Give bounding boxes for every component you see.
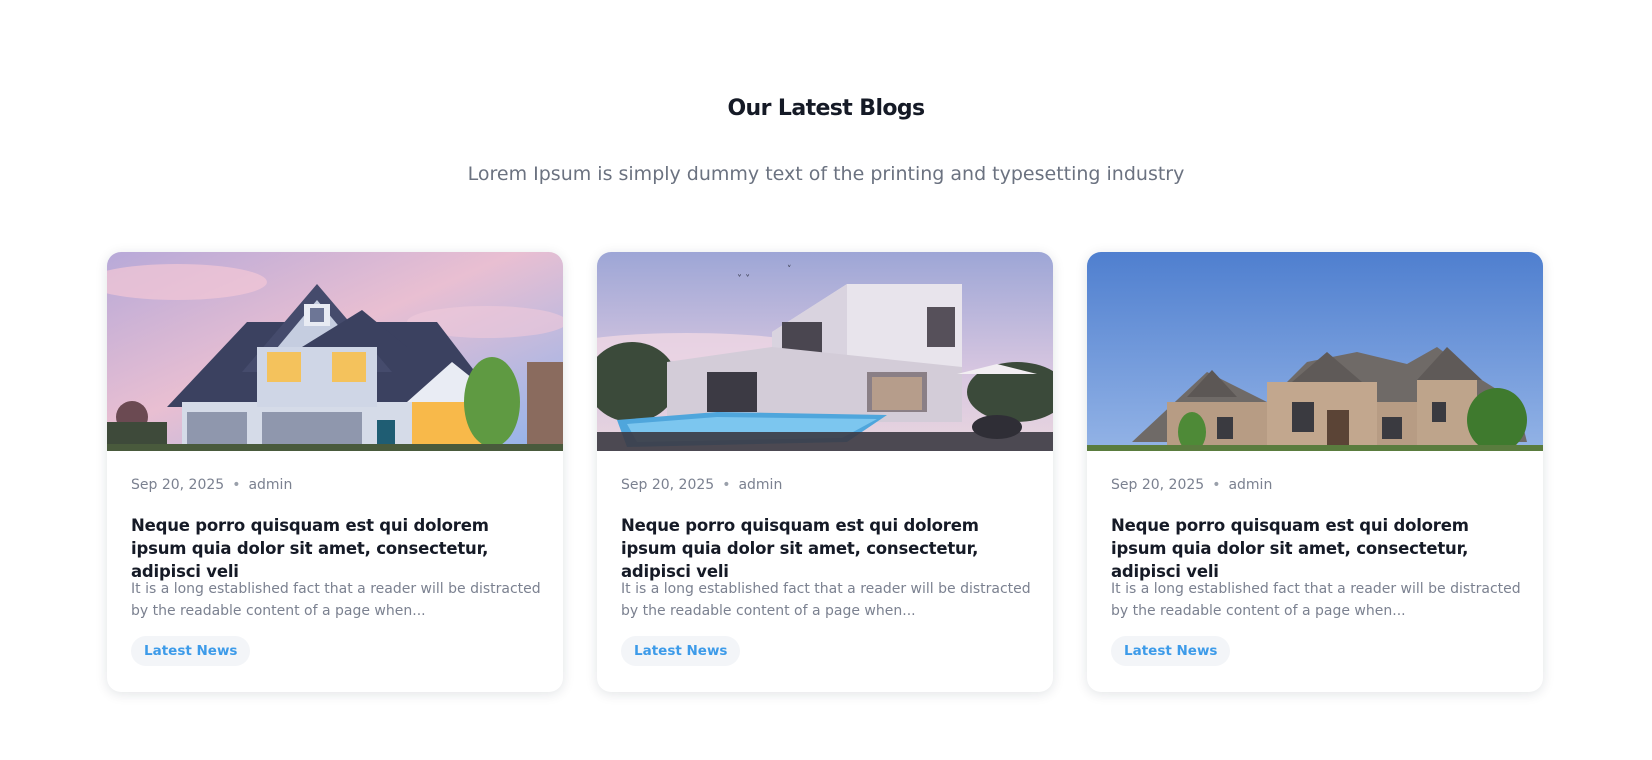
post-author[interactable]: admin [738,477,782,493]
post-title[interactable]: Neque porro quisquam est qui dolorem ips… [131,514,541,583]
post-meta: Sep 20, 2025 • admin [131,477,292,493]
category-tag[interactable]: Latest News [1111,636,1231,666]
svg-text:˅: ˅ [787,265,792,275]
post-date: Sep 20, 2025 [621,477,715,493]
blog-section: Our Latest Blogs Lorem Ipsum is simply d… [0,0,1652,760]
post-meta: Sep 20, 2025 • admin [1111,477,1272,493]
svg-text:˅ ˅: ˅ ˅ [737,273,750,285]
post-date: Sep 20, 2025 [131,477,225,493]
post-excerpt: It is a long established fact that a rea… [131,581,541,619]
category-tag[interactable]: Latest News [621,636,741,666]
section-subtitle: Lorem Ipsum is simply dummy text of the … [467,163,1185,185]
meta-separator: • [232,477,241,493]
post-excerpt: It is a long established fact that a rea… [621,581,1031,619]
blog-thumbnail-house[interactable] [107,252,563,451]
post-author[interactable]: admin [248,477,292,493]
blog-card[interactable]: ˅ ˅ ˅ Sep 20, 2025 • admin Neque porro q… [597,252,1053,692]
blog-card[interactable]: Sep 20, 2025 • admin Neque porro quisquam … [107,252,563,692]
post-title[interactable]: Neque porro quisquam est qui dolorem ips… [1111,514,1521,583]
blog-thumbnail-villa[interactable]: ˅ ˅ ˅ [597,252,1053,451]
meta-separator: • [1212,477,1221,493]
post-date: Sep 20, 2025 [1111,477,1205,493]
post-author[interactable]: admin [1228,477,1272,493]
post-excerpt: It is a long established fact that a rea… [1111,581,1521,619]
blog-card[interactable]: Sep 20, 2025 • admin Neque porro quisquam … [1087,252,1543,692]
blog-thumbnail-mansion[interactable] [1087,252,1543,451]
meta-separator: • [722,477,731,493]
category-tag[interactable]: Latest News [131,636,251,666]
section-title: Our Latest Blogs [727,96,925,121]
post-title[interactable]: Neque porro quisquam est qui dolorem ips… [621,514,1031,583]
post-meta: Sep 20, 2025 • admin [621,477,782,493]
